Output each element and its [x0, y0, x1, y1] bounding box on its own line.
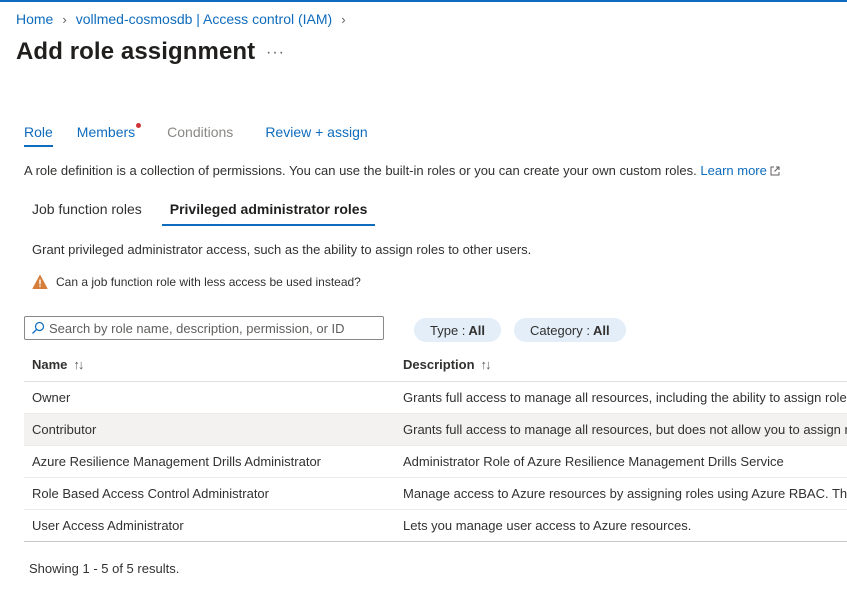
- role-search-input[interactable]: [49, 320, 369, 336]
- column-description-label: Description: [403, 356, 475, 372]
- role-name: Role Based Access Control Administrator: [32, 486, 269, 501]
- category-filter-value: All: [592, 322, 610, 338]
- role-category-tabs: Job function roles Privileged administra…: [24, 201, 387, 226]
- table-row[interactable]: User Access Administrator Lets you manag…: [24, 510, 847, 542]
- privileged-description: Grant privileged administrator access, s…: [32, 242, 532, 257]
- tab-role-label: Role: [24, 124, 53, 140]
- breadcrumb-iam[interactable]: vollmed-cosmosdb | Access control (IAM): [76, 11, 333, 27]
- table-header: Name ↑↓ Description ↑↓: [24, 347, 847, 382]
- page-title: Add role assignment: [16, 38, 256, 65]
- chevron-right-icon: ›: [62, 11, 67, 27]
- sort-icon: ↑↓: [73, 356, 84, 372]
- tab-role[interactable]: Role: [24, 124, 53, 147]
- column-header-description[interactable]: Description ↑↓: [395, 356, 492, 372]
- tab-review-label: Review + assign: [265, 124, 368, 140]
- role-search-box[interactable]: [24, 316, 384, 340]
- role-description-text: A role definition is a collection of per…: [24, 163, 697, 178]
- external-link-icon: [770, 166, 780, 176]
- warning-text: Can a job function role with less access…: [56, 275, 361, 289]
- results-count: Showing 1 - 5 of 5 results.: [29, 561, 180, 576]
- top-accent-line: [0, 0, 847, 2]
- tab-review-assign[interactable]: Review + assign: [265, 124, 367, 146]
- type-filter-button[interactable]: Type : All: [414, 318, 502, 342]
- column-header-name[interactable]: Name ↑↓: [24, 357, 395, 372]
- role-description-cell: Grants full access to manage all resourc…: [403, 422, 847, 437]
- tab-conditions-label: Conditions: [167, 124, 234, 140]
- sort-icon: ↑↓: [480, 356, 492, 372]
- wizard-tabs: Role Members Conditions Review + assign: [24, 123, 392, 147]
- tab-members[interactable]: Members: [76, 123, 142, 146]
- warning-message: Can a job function role with less access…: [32, 274, 361, 290]
- column-name-label: Name: [32, 356, 68, 372]
- roles-table: Name ↑↓ Description ↑↓ Owner Grants full a…: [24, 347, 847, 542]
- breadcrumb: Home › vollmed-cosmosdb | Access control…: [16, 11, 355, 27]
- role-description: A role definition is a collection of per…: [24, 163, 780, 178]
- tab-members-label: Members: [76, 124, 136, 140]
- role-description-cell: Grants full access to manage all resourc…: [403, 390, 847, 405]
- learn-more-label: Learn more: [700, 163, 767, 178]
- required-dot-icon: [136, 123, 142, 128]
- subtab-job-function-roles[interactable]: Job function roles: [24, 201, 150, 224]
- search-icon: [32, 321, 45, 334]
- table-row[interactable]: Contributor Grants full access to manage…: [24, 414, 847, 446]
- chevron-right-icon: ›: [341, 11, 346, 27]
- type-filter-label: Type :: [430, 322, 466, 338]
- warning-icon: [32, 275, 48, 289]
- table-row[interactable]: Azure Resilience Management Drills Admin…: [24, 446, 847, 478]
- role-description-cell: Administrator Role of Azure Resilience M…: [403, 454, 784, 469]
- subtab-privileged-admin-roles[interactable]: Privileged administrator roles: [161, 201, 376, 226]
- learn-more-link[interactable]: Learn more: [700, 163, 780, 178]
- table-row[interactable]: Role Based Access Control Administrator …: [24, 478, 847, 510]
- role-name: Contributor: [32, 422, 97, 437]
- more-options-icon[interactable]: ···: [266, 44, 285, 62]
- tab-conditions: Conditions: [167, 124, 233, 146]
- category-filter-button[interactable]: Category : All: [514, 318, 626, 342]
- role-description-cell: Lets you manage user access to Azure res…: [403, 518, 692, 533]
- role-name: Owner: [32, 390, 71, 405]
- role-description-cell: Manage access to Azure resources by assi…: [403, 486, 847, 501]
- breadcrumb-home[interactable]: Home: [16, 11, 53, 27]
- table-row[interactable]: Owner Grants full access to manage all r…: [24, 382, 847, 414]
- role-name: User Access Administrator: [32, 518, 184, 533]
- type-filter-value: All: [468, 322, 486, 338]
- category-filter-label: Category :: [530, 322, 590, 338]
- role-name: Azure Resilience Management Drills Admin…: [32, 454, 322, 469]
